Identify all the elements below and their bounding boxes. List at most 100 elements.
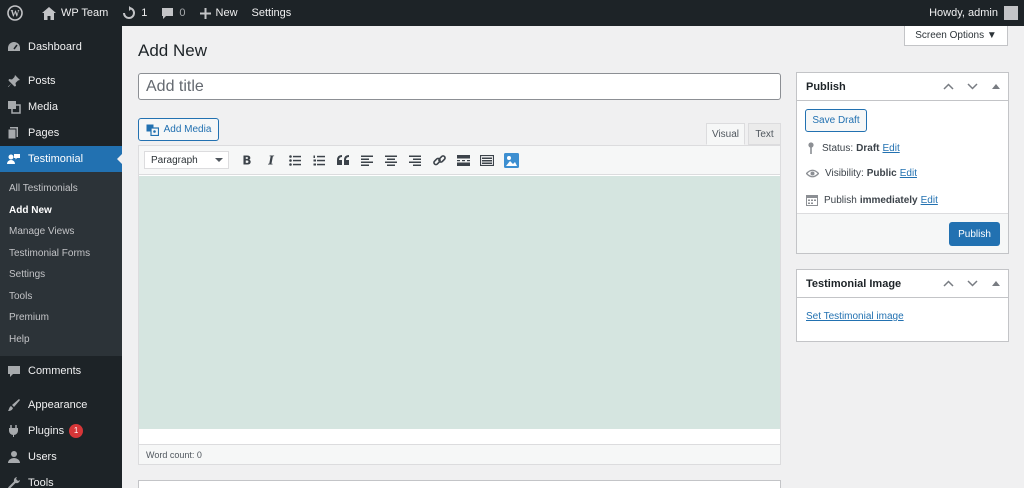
menu-posts[interactable]: Posts	[0, 68, 122, 94]
users-icon	[8, 451, 20, 463]
menu-pages[interactable]: Pages	[0, 120, 122, 146]
new-content-link[interactable]: New	[193, 0, 245, 26]
screen-options-button[interactable]: Screen Options ▼	[904, 26, 1008, 46]
menu-label: Media	[28, 101, 58, 113]
submenu-help[interactable]: Help	[0, 329, 122, 351]
numbered-list-icon	[313, 155, 325, 165]
menu-label: Pages	[28, 127, 60, 139]
save-draft-button[interactable]: Save Draft	[805, 109, 867, 132]
submenu-add-new[interactable]: Add New	[0, 200, 122, 222]
add-media-label: Add Media	[163, 124, 212, 135]
svg-text:I: I	[267, 154, 274, 166]
pages-icon	[7, 127, 18, 140]
word-count: Word count: 0	[146, 449, 202, 460]
menu-label: Plugins	[28, 425, 65, 437]
page-title: Add New	[138, 41, 207, 60]
avatar	[1004, 6, 1018, 20]
menu-appearance[interactable]: Appearance	[0, 392, 122, 418]
align-left-icon	[361, 155, 373, 166]
testimonial-image-box: Testimonial Image Set Testimonial image	[796, 269, 1009, 342]
align-right-button[interactable]	[403, 150, 427, 170]
admin-bar: W WP Team 1 0 New Settings Howdy, admin	[0, 0, 1024, 26]
bold-button[interactable]: B	[235, 150, 259, 170]
site-name: WP Team	[61, 7, 109, 19]
format-select[interactable]: Paragraph	[144, 151, 229, 169]
plugin-media-button[interactable]	[499, 150, 523, 170]
tab-visual[interactable]: Visual	[706, 123, 745, 145]
testimonial-icon	[7, 154, 20, 164]
editor-content-area[interactable]	[139, 176, 780, 429]
submenu-testimonial-forms[interactable]: Testimonial Forms	[0, 243, 122, 265]
set-testimonial-image-link[interactable]: Set Testimonial image	[806, 311, 904, 322]
site-name-link[interactable]: WP Team	[35, 0, 115, 26]
content-editor: Paragraph B I Word count: 0	[138, 145, 781, 465]
menu-label: Testimonial	[28, 153, 84, 165]
submenu-manage-views[interactable]: Manage Views	[0, 221, 122, 243]
chevron-down-icon	[215, 158, 223, 166]
align-center-button[interactable]	[379, 150, 403, 170]
comment-icon	[8, 366, 20, 377]
new-label: New	[215, 7, 238, 19]
publish-button[interactable]: Publish	[949, 222, 1000, 246]
edit-visibility-link[interactable]: Edit	[900, 168, 917, 179]
wrench-icon	[8, 477, 20, 488]
numbered-list-button[interactable]	[307, 150, 331, 170]
align-right-icon	[409, 155, 421, 166]
format-select-value: Paragraph	[151, 154, 198, 166]
menu-label: Dashboard	[28, 41, 82, 53]
align-left-button[interactable]	[355, 150, 379, 170]
menu-comments[interactable]: Comments	[0, 358, 122, 384]
chevron-down-icon[interactable]	[960, 280, 984, 287]
submenu-tools[interactable]: Tools	[0, 286, 122, 308]
link-icon	[432, 154, 446, 165]
menu-tools[interactable]: Tools	[0, 470, 122, 488]
plugin-icon	[9, 425, 18, 437]
submenu-settings[interactable]: Settings	[0, 264, 122, 286]
keyboard-icon	[480, 154, 494, 166]
chevron-up-icon[interactable]	[936, 280, 960, 287]
blockquote-button[interactable]	[331, 150, 355, 170]
post-schedule: Publish immediately Edit	[806, 194, 938, 206]
svg-text:W: W	[11, 9, 20, 19]
menu-dashboard[interactable]: Dashboard	[0, 34, 122, 60]
collapse-toggle-icon[interactable]	[984, 281, 1008, 286]
settings-link[interactable]: Settings	[245, 0, 299, 26]
refresh-icon	[123, 6, 136, 19]
collapse-toggle-icon[interactable]	[984, 84, 1008, 89]
menu-media[interactable]: Media	[0, 94, 122, 120]
settings-label: Settings	[251, 7, 292, 19]
visibility-label: Visibility:	[825, 168, 864, 179]
calendar-icon	[806, 195, 818, 206]
bullet-list-button[interactable]	[283, 150, 307, 170]
publish-value: immediately	[859, 194, 918, 206]
wordpress-logo-icon[interactable]: W	[0, 0, 35, 26]
image-icon	[503, 152, 519, 168]
read-more-icon	[456, 154, 470, 166]
read-more-button[interactable]	[451, 150, 475, 170]
menu-label: Users	[28, 451, 57, 463]
chevron-down-icon[interactable]	[960, 83, 984, 90]
submenu-premium[interactable]: Premium	[0, 307, 122, 329]
menu-plugins[interactable]: Plugins 1	[0, 418, 122, 444]
updates-link[interactable]: 1	[115, 0, 154, 26]
testimonial-submenu: All Testimonials Add New Manage Views Te…	[0, 172, 122, 356]
menu-testimonial[interactable]: Testimonial	[0, 146, 122, 172]
toolbar-toggle-button[interactable]	[475, 150, 499, 170]
tab-text[interactable]: Text	[748, 123, 781, 145]
title-input[interactable]: Add title	[138, 73, 781, 100]
edit-status-link[interactable]: Edit	[882, 143, 899, 154]
insert-link-button[interactable]	[427, 150, 451, 170]
publish-box-header: Publish	[797, 73, 1008, 101]
my-account[interactable]: Howdy, admin	[929, 6, 1024, 20]
italic-button[interactable]: I	[259, 150, 283, 170]
dashboard-icon	[8, 42, 20, 51]
chevron-up-icon[interactable]	[936, 83, 960, 90]
menu-users[interactable]: Users	[0, 444, 122, 470]
plus-icon	[199, 7, 211, 19]
comments-link[interactable]: 0	[154, 0, 192, 26]
menu-label: Appearance	[28, 399, 88, 411]
edit-schedule-link[interactable]: Edit	[921, 195, 938, 206]
submenu-all-testimonials[interactable]: All Testimonials	[0, 178, 122, 200]
add-media-button[interactable]: Add Media	[138, 118, 219, 141]
eye-icon	[806, 169, 819, 178]
